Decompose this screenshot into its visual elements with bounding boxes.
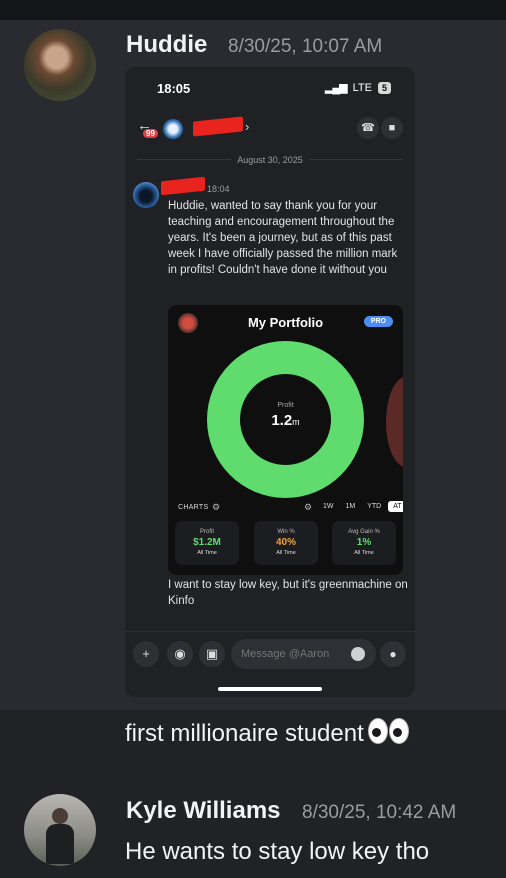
stat-sub: All Time [354,550,374,556]
gear-icon: ⚙ [304,502,313,512]
message-text: I want to stay low key, but it's greenma… [168,579,408,607]
avatar [163,119,183,139]
status-bar-right: ▂▄▆ LTE 5 [325,81,391,94]
status-time: 18:05 [157,81,191,96]
composer-divider [125,631,415,632]
portfolio-card: My Portfolio PRO Profit 1.2m CHARTS ⚙ ⚙ … [168,305,403,575]
stat-sub: All Time [276,550,296,556]
stat-value: 40% [275,537,296,548]
gamepad-icon: ◉ [167,641,193,667]
stat-label: Profit [199,529,214,535]
avatar[interactable] [24,794,96,866]
gift-icon: ▣ [199,641,225,667]
microphone-icon: ● [380,641,406,667]
message-text: Huddie, wanted to say thank you for your… [168,200,398,276]
top-strip [0,0,506,20]
home-indicator [218,687,322,691]
message-text: first millionaire student [125,718,410,751]
date-divider: August 30, 2025 [125,155,415,165]
stat-value: $1.2M [193,537,221,548]
username[interactable]: Kyle Williams [126,797,281,825]
video-call-icon: ■ [381,117,403,139]
charts-label: CHARTS [178,504,209,511]
pro-badge: PRO [363,316,393,327]
range-at: AT [388,501,403,512]
stat-label: Win % [277,529,295,535]
sender-avatar [133,182,159,208]
username[interactable]: Huddie [126,31,207,59]
stat-profit: Profit $1.2M All Time [175,521,239,565]
redaction-mark [193,116,243,137]
gear-icon: ⚙ [212,502,221,512]
profit-donut-chart: Profit 1.2m [207,341,364,498]
chevron-right-icon: › [245,119,250,134]
signal-icon: ▂▄▆ [324,82,348,94]
plus-icon: + [133,641,159,667]
stat-sub: All Time [197,550,217,556]
attached-screenshot[interactable]: 18:05 ▂▄▆ LTE 5 ← 99 › ☎ ■ August 30, 20… [125,67,415,697]
redaction-mark [161,176,205,196]
message-text: He wants to stay low key tho [125,838,430,865]
timestamp: 8/30/25, 10:07 AM [228,36,383,57]
emoji-icon [351,647,365,661]
message-time: 18:04 [207,184,230,194]
next-chart-peek [386,377,403,467]
unread-badge: 99 [143,129,158,138]
donut-label: Profit [277,402,294,409]
phone-call-icon: ☎ [357,117,379,139]
donut-hole: Profit 1.2m [240,374,331,465]
stat-value: 1% [356,537,372,548]
carrier-label: LTE [352,81,372,94]
range-1w: 1W [323,503,334,510]
stat-avg-gain: Avg Gain % 1% All Time [332,521,396,565]
stat-win-rate: Win % 40% All Time [254,521,318,565]
battery-icon: 5 [377,81,391,94]
avatar[interactable] [24,29,96,101]
range-selector: 1W 1M YTD AT [318,501,403,512]
range-1m: 1M [345,503,356,510]
range-ytd: YTD [367,503,382,510]
donut-value: 1.2m [271,412,300,429]
stat-label: Avg Gain % [348,529,380,535]
eyes-emoji-icon [367,718,410,751]
timestamp: 8/30/25, 10:42 AM [302,802,457,823]
chat-header: ← 99 › ☎ ■ [135,116,405,139]
